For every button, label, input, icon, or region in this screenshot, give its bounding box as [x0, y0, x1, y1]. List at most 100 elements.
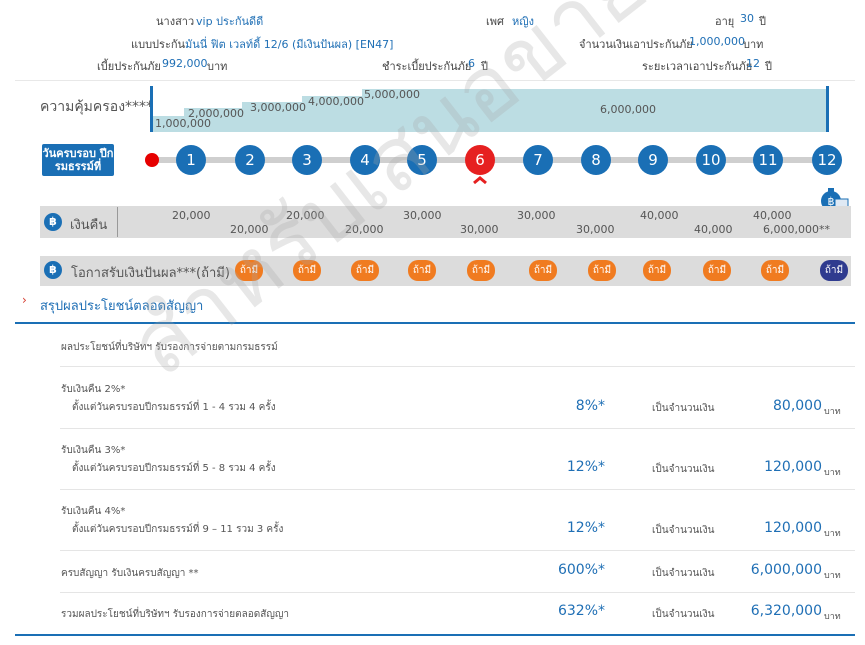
pay-unit: ปี: [481, 60, 488, 73]
summary-row-3-amount: 120,000: [764, 520, 822, 536]
premium-value: 992,000: [162, 57, 208, 70]
age-value: 30: [740, 12, 754, 25]
summary-top-rule: [15, 322, 855, 324]
plan-value: มันนี่ ฟิต เวลท์ดี้ 12/6 (มีเงินปันผล) […: [185, 38, 394, 51]
summary-bottom-rule: [15, 634, 855, 636]
summary-row-2-title: รับเงินคืน 3%*: [61, 445, 126, 456]
summary-row-3-percent: 12%*: [566, 520, 605, 536]
year-marker-2[interactable]: 2: [235, 145, 265, 175]
year-marker-1[interactable]: 1: [176, 145, 206, 175]
year-marker-5[interactable]: 5: [407, 145, 437, 175]
year-marker-7[interactable]: 7: [523, 145, 553, 175]
timeline-start-dot: [145, 153, 159, 167]
cashback-year-7: 30,000: [517, 209, 556, 222]
year-marker-6-active[interactable]: 6: [465, 145, 495, 175]
dividend-pill-9: ถ้ามี: [703, 260, 731, 281]
summary-row-2-amount: 120,000: [764, 459, 822, 475]
dividend-pill-8: ถ้ามี: [643, 260, 671, 281]
cover-label: ระยะเวลาเอาประกันภัย: [642, 60, 753, 73]
summary-expand-icon[interactable]: ›: [22, 293, 27, 307]
age-unit: ปี: [759, 15, 766, 28]
summary-separator: [60, 489, 855, 490]
summary-separator: [60, 592, 855, 593]
cashback-year-4: 20,000: [345, 223, 384, 236]
year-marker-12[interactable]: 12: [812, 145, 842, 175]
summary-row-4-amount: 6,000,000: [750, 562, 822, 578]
dividend-pill-11: ถ้ามี: [820, 260, 848, 281]
cashback-title: เงินคืน: [70, 218, 108, 233]
coverage-step-4: 4,000,000: [308, 95, 364, 108]
sum-value: 1,000,000: [689, 35, 745, 48]
summary-row-1-percent: 8%*: [575, 398, 605, 414]
cashback-year-11: 40,000: [753, 209, 792, 222]
summary-row-4-unit: บาท: [824, 571, 841, 581]
year-marker-3[interactable]: 3: [292, 145, 322, 175]
summary-title[interactable]: สรุปผลประโยชน์ตลอดสัญญา: [40, 295, 203, 316]
cashback-year-3: 20,000: [286, 209, 325, 222]
year-marker-11[interactable]: 11: [753, 145, 783, 175]
cashback-year-6: 30,000: [460, 223, 499, 236]
summary-row-1-detail: ตั้งแต่วันครบรอบปีกรมธรรม์ที่ 1 - 4 รวม …: [72, 402, 276, 413]
year-marker-10[interactable]: 10: [696, 145, 726, 175]
summary-row-4-title: ครบสัญญา รับเงินครบสัญญา **: [61, 568, 199, 579]
summary-separator: [60, 428, 855, 429]
premium-unit: บาท: [207, 60, 228, 73]
age-label: อายุ: [715, 15, 735, 28]
summary-row-5-amount: 6,320,000: [750, 603, 822, 619]
cashback-year-1: 20,000: [172, 209, 211, 222]
coverage-title: ความคุ้มครอง****: [40, 99, 154, 115]
title-label: นางสาว: [156, 15, 195, 28]
insured-name: vip ประกันดีดี: [196, 15, 264, 28]
cover-value: 12: [746, 57, 760, 70]
summary-row-3-unit: บาท: [824, 529, 841, 539]
cashback-year-5: 30,000: [403, 209, 442, 222]
dividend-pill-1: ถ้ามี: [235, 260, 263, 281]
summary-row-1-amount: 80,000: [773, 398, 822, 414]
plan-label: แบบประกัน: [131, 38, 186, 51]
summary-row-1-unit: บาท: [824, 407, 841, 417]
cashback-year-10: 40,000: [694, 223, 733, 236]
year-marker-4[interactable]: 4: [350, 145, 380, 175]
year-marker-9[interactable]: 9: [638, 145, 668, 175]
summary-row-2-percent: 12%*: [566, 459, 605, 475]
dividend-pill-3: ถ้ามี: [351, 260, 379, 281]
coverage-step-3: 3,000,000: [250, 101, 306, 114]
pay-value: 6: [468, 57, 475, 70]
coverage-step-5: 5,000,000: [364, 88, 420, 101]
dividend-pill-6: ถ้ามี: [529, 260, 557, 281]
summary-row-3-title: รับเงินคืน 4%*: [61, 506, 126, 517]
summary-row-5-percent: 632%*: [557, 603, 605, 619]
dividend-coin-icon: ฿: [44, 261, 62, 279]
coverage-step-6: 6,000,000: [600, 103, 656, 116]
gender-value: หญิง: [512, 15, 534, 28]
cover-unit: ปี: [765, 60, 772, 73]
cashback-year-8: 30,000: [576, 223, 615, 236]
pay-label: ชำระเบี้ยประกันภัย: [382, 60, 472, 73]
coverage-start-line: [150, 86, 153, 132]
summary-row-2-detail: ตั้งแต่วันครบรอบปีกรมธรรม์ที่ 5 - 8 รวม …: [72, 463, 276, 474]
coverage-step-2: 2,000,000: [188, 107, 244, 120]
summary-row-3-detail: ตั้งแต่วันครบรอบปีกรมธรรม์ที่ 9 – 11 รวม…: [72, 524, 284, 535]
dividend-pill-2: ถ้ามี: [293, 260, 321, 281]
anniversary-badge: วันครบรอบ ปีกรมธรรม์ที่: [42, 144, 114, 176]
cashback-year-9: 40,000: [640, 209, 679, 222]
summary-row-4-percent: 600%*: [557, 562, 605, 578]
summary-row-5-unit: บาท: [824, 612, 841, 622]
cashback-coin-icon: ฿: [44, 213, 62, 231]
gender-label: เพศ: [486, 15, 504, 28]
dividend-pill-7: ถ้ามี: [588, 260, 616, 281]
sum-unit: บาท: [743, 38, 764, 51]
cashback-year-2: 20,000: [230, 223, 269, 236]
dividend-title: โอกาสรับเงินปันผล***(ถ้ามี): [71, 266, 230, 281]
year-marker-8[interactable]: 8: [581, 145, 611, 175]
dividend-pill-4: ถ้ามี: [408, 260, 436, 281]
summary-row-2-unit: บาท: [824, 468, 841, 478]
summary-separator: [60, 366, 855, 367]
premium-label: เบี้ยประกันภัย: [97, 60, 161, 73]
sum-label: จำนวนเงินเอาประกันภัย: [579, 38, 693, 51]
active-year-chevron-icon: [473, 176, 487, 185]
summary-separator: [60, 550, 855, 551]
dividend-pill-5: ถ้ามี: [467, 260, 495, 281]
dividend-pill-10: ถ้ามี: [761, 260, 789, 281]
summary-intro: ผลประโยชน์ที่บริษัทฯ รับรองการจ่ายตามกรม…: [61, 342, 278, 353]
